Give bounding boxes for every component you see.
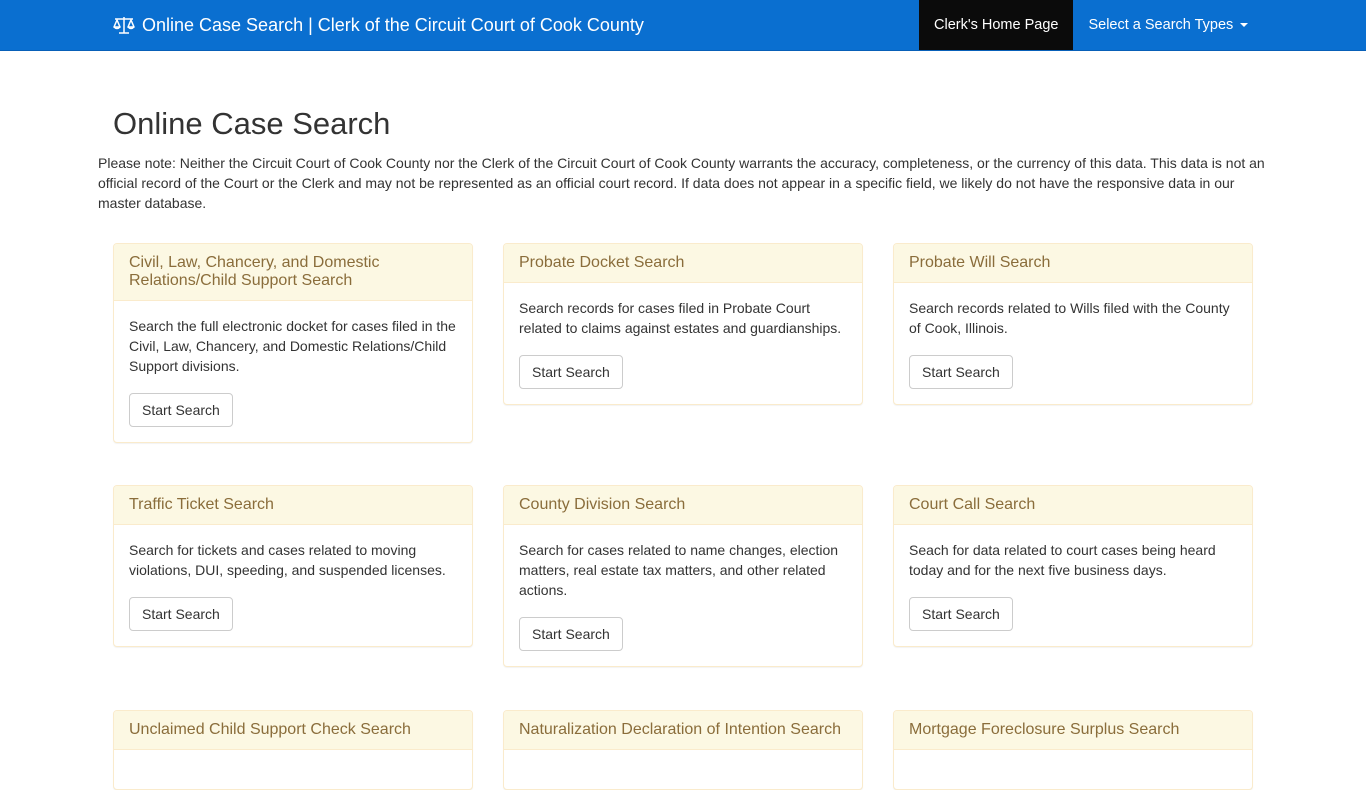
card-body: Search records for cases filed in Probat… [504, 283, 862, 404]
card-title: County Division Search [504, 486, 862, 525]
start-search-button[interactable]: Start Search [519, 355, 623, 389]
card-body: Search records related to Wills filed wi… [894, 283, 1252, 404]
card-court-call: Court Call Search Seach for data related… [893, 485, 1253, 647]
card-probate-docket: Probate Docket Search Search records for… [503, 243, 863, 405]
caret-down-icon [1240, 23, 1249, 27]
navbar-right: Clerk's Home Page Select a Search Types [919, 0, 1263, 50]
start-search-button[interactable]: Start Search [909, 355, 1013, 389]
card-title: Court Call Search [894, 486, 1252, 525]
card-title: Naturalization Declaration of Intention … [504, 711, 862, 750]
card-title: Unclaimed Child Support Check Search [114, 711, 472, 750]
card-traffic-ticket: Traffic Ticket Search Search for tickets… [113, 485, 473, 647]
card-description: Search for tickets and cases related to … [129, 542, 446, 578]
card-civil-law-chancery: Civil, Law, Chancery, and Domestic Relat… [113, 243, 473, 443]
card-title: Traffic Ticket Search [114, 486, 472, 525]
card-description: Search records related to Wills filed wi… [909, 300, 1230, 336]
card-unclaimed-child-support: Unclaimed Child Support Check Search [113, 710, 473, 790]
card-naturalization-declaration: Naturalization Declaration of Intention … [503, 710, 863, 790]
card-description: Seach for data related to court cases be… [909, 542, 1216, 578]
page-title: Online Case Search [113, 106, 391, 141]
brand-title: Online Case Search | Clerk of the Circui… [142, 14, 644, 35]
brand-link[interactable]: Online Case Search | Clerk of the Circui… [113, 0, 644, 50]
start-search-button[interactable]: Start Search [129, 393, 233, 427]
search-types-label: Select a Search Types [1088, 17, 1234, 33]
card-description: Search for cases related to name changes… [519, 542, 839, 598]
card-body: Search for tickets and cases related to … [114, 525, 472, 646]
card-description: Search records for cases filed in Probat… [519, 300, 842, 336]
clerks-home-page-link[interactable]: Clerk's Home Page [919, 0, 1074, 50]
card-title: Civil, Law, Chancery, and Domestic Relat… [114, 244, 472, 301]
search-types-dropdown[interactable]: Select a Search Types [1073, 0, 1263, 50]
card-body: Seach for data related to court cases be… [894, 525, 1252, 646]
start-search-button[interactable]: Start Search [129, 597, 233, 631]
card-county-division: County Division Search Search for cases … [503, 485, 863, 667]
start-search-button[interactable]: Start Search [519, 617, 623, 651]
card-mortgage-foreclosure-surplus: Mortgage Foreclosure Surplus Search [893, 710, 1253, 790]
card-body: Search the full electronic docket for ca… [114, 301, 472, 442]
start-search-button[interactable]: Start Search [909, 597, 1013, 631]
card-description: Search the full electronic docket for ca… [129, 318, 456, 374]
balance-scale-icon [113, 15, 135, 35]
top-navbar: Online Case Search | Clerk of the Circui… [0, 0, 1366, 51]
card-probate-will: Probate Will Search Search records relat… [893, 243, 1253, 405]
card-body: Search for cases related to name changes… [504, 525, 862, 666]
card-title: Mortgage Foreclosure Surplus Search [894, 711, 1252, 750]
card-title: Probate Docket Search [504, 244, 862, 283]
disclaimer-note: Please note: Neither the Circuit Court o… [98, 155, 1265, 211]
card-title: Probate Will Search [894, 244, 1252, 283]
